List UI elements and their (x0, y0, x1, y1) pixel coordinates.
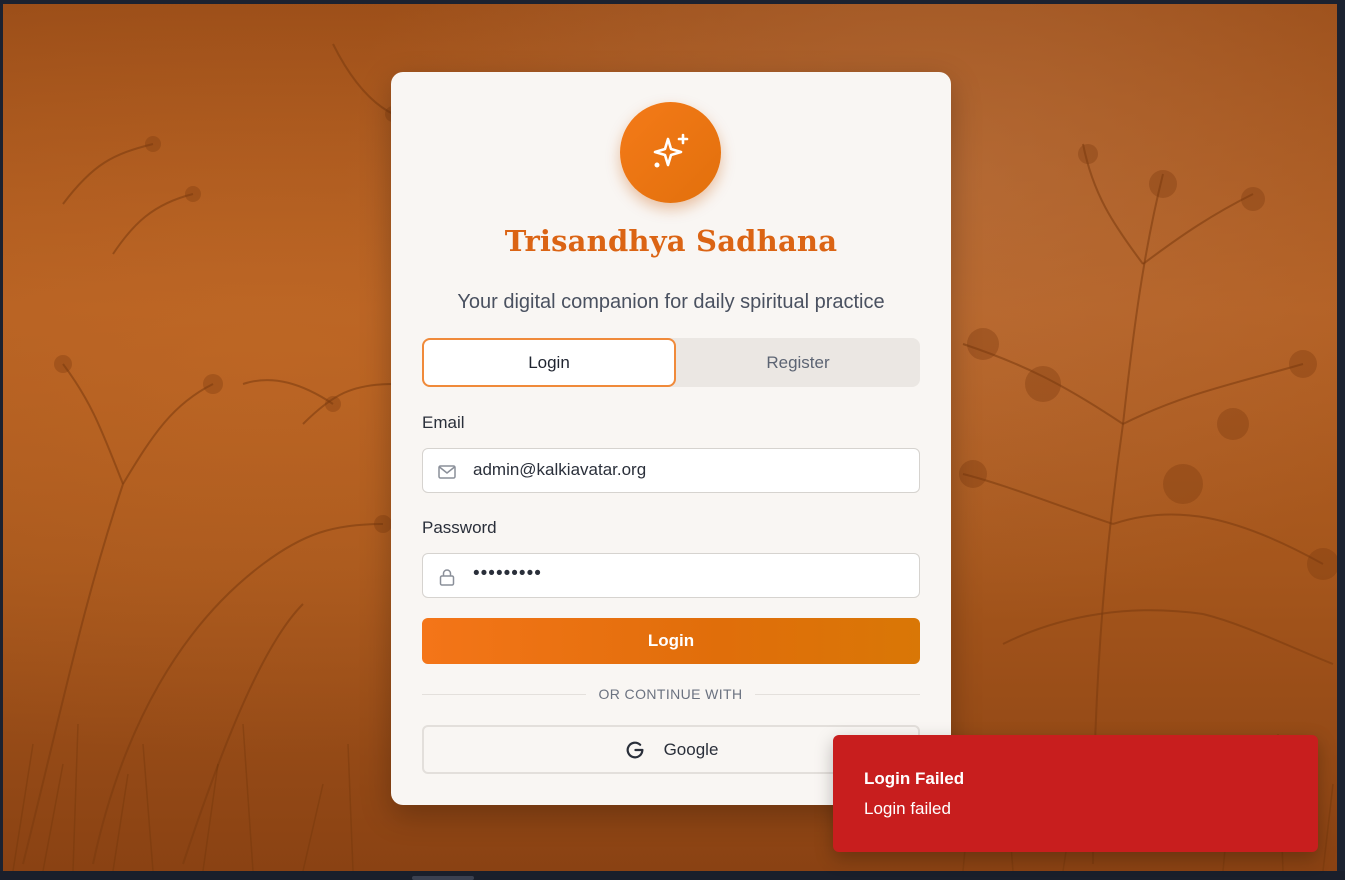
app-logo (620, 102, 721, 203)
app-subtitle: Your digital companion for daily spiritu… (457, 291, 885, 313)
auth-tabs: Login Register (422, 338, 920, 387)
tab-login[interactable]: Login (422, 338, 676, 387)
login-card: Trisandhya Sadhana Your digital companio… (391, 72, 951, 805)
password-value: ••••••••• (473, 563, 542, 584)
password-field[interactable]: ••••••••• (422, 553, 920, 598)
google-label: Google (663, 739, 719, 759)
mail-icon (438, 465, 456, 479)
taskbar-strip (0, 871, 1345, 880)
app-title: Trisandhya Sadhana (504, 224, 838, 258)
email-value: admin@kalkiavatar.org (473, 460, 647, 479)
sparkles-icon (653, 133, 688, 167)
divider-text: OR CONTINUE WITH (586, 684, 755, 704)
google-icon (626, 741, 644, 758)
scroll-handle[interactable] (412, 876, 474, 880)
lock-icon (439, 569, 455, 586)
toast-title: Login Failed (864, 769, 965, 788)
error-toast[interactable]: Login Failed Login failed (833, 735, 1318, 852)
password-label: Password (422, 518, 497, 537)
login-submit-button[interactable]: Login (422, 618, 920, 664)
email-label: Email (422, 413, 465, 432)
email-field[interactable]: admin@kalkiavatar.org (422, 448, 920, 493)
tab-register[interactable]: Register (676, 338, 920, 387)
toast-message: Login failed (864, 799, 951, 818)
